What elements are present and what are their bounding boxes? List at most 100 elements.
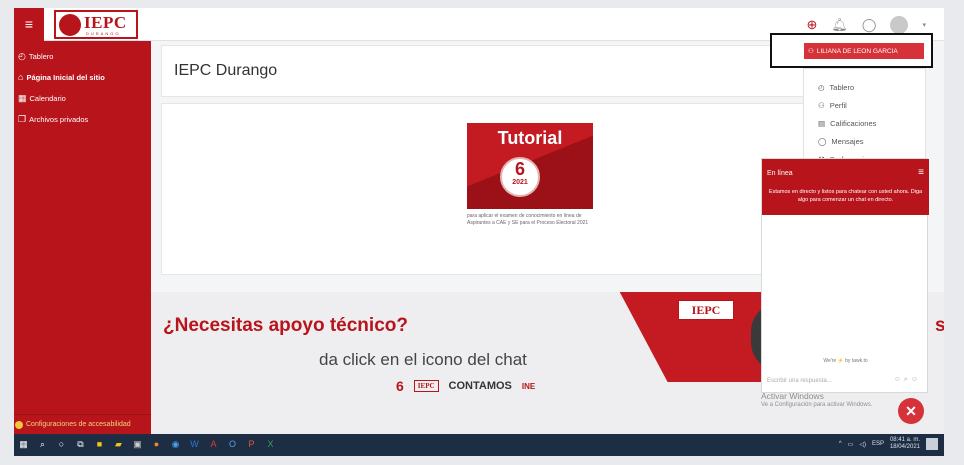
tutorial-title: Tutorial — [497, 128, 563, 148]
chrome-icon[interactable]: ◉ — [170, 439, 181, 450]
chat-header: En línea ≡ Estamos en directo y listos p… — [762, 159, 929, 215]
chat-status: En línea — [767, 170, 793, 177]
user-icon: ⚇ — [818, 101, 825, 110]
accessibility-icon — [15, 420, 23, 429]
menu-item-tablero[interactable]: ◴ Tablero — [818, 83, 854, 92]
search-icon[interactable]: ⌕ — [37, 439, 48, 450]
volume-icon[interactable]: ◁) — [859, 441, 866, 448]
tree-logo-icon — [59, 14, 81, 36]
user-name: LILIANA DE LEON GARCIA — [816, 47, 898, 55]
accessibility-label: Configuraciones de accesabilidad — [26, 421, 131, 428]
chevron-down-icon[interactable]: ▾ — [922, 21, 926, 29]
menu-item-label: Tablero — [829, 83, 855, 92]
network-icon[interactable]: ▭ — [848, 441, 854, 448]
folder-icon: ❐ — [18, 114, 27, 124]
message-icon: ◯ — [818, 137, 827, 146]
sponsor-contamos: CONTAMOS — [448, 380, 512, 392]
menu-item-label: Mensajes — [831, 137, 864, 146]
chat-bubble-icon[interactable]: ◯ — [862, 17, 877, 33]
activate-windows-title: Activar Windows — [761, 391, 824, 401]
tutorial-image[interactable]: Tutorial 6 2021 — [467, 123, 593, 209]
help-question: ¿Necesitas apoyo técnico? — [163, 315, 408, 336]
explorer-icon[interactable]: ■ — [94, 439, 105, 450]
sidebar-item-label: Tablero — [28, 52, 54, 61]
globe-icon[interactable]: ⊕ — [807, 17, 818, 33]
clock-time: 08:41 a. m. — [889, 437, 920, 443]
sidebar: ◴ Tablero ⌂ Página Inicial del sitio ▦ C… — [14, 41, 151, 434]
grades-icon: ▤ — [818, 119, 826, 128]
sidebar-item-tablero[interactable]: ◴ Tablero — [18, 51, 53, 62]
user-name-button[interactable]: ⚇ LILIANA DE LEON GARCIA — [804, 43, 924, 59]
help-subtitle: da click en el icono del chat — [319, 350, 527, 369]
iepc-logo[interactable]: IEPC DURANGO — [54, 10, 138, 39]
chat-close-button[interactable]: ✕ — [898, 398, 924, 424]
emoji-icon[interactable]: ☺ — [894, 376, 904, 383]
avatar[interactable] — [890, 16, 909, 34]
activate-windows-hint: Ve a Configuración para activar Windows. — [761, 402, 873, 408]
language-indicator[interactable]: ESP — [872, 441, 884, 447]
task-view-icon[interactable]: ⧉ — [75, 439, 86, 450]
windows-taskbar: ▦ ⌕ ○ ⧉ ■ ▰ ▣ ● ◉ W A O P X ^ ▭ ◁) ESP 0… — [14, 434, 944, 456]
election-date-badge: 6 2021 — [500, 157, 540, 197]
powerpoint-icon[interactable]: P — [246, 439, 257, 450]
clock-date: 18/04/2021 — [889, 444, 920, 450]
acrobat-icon[interactable]: A — [208, 439, 219, 450]
windows-activation-watermark: Activar Windows Ve a Configuración para … — [761, 391, 872, 408]
chat-powered-by: We're ⚡ by tawk.to — [823, 358, 868, 364]
attach-icon[interactable]: ⌕ — [904, 376, 911, 383]
home-icon: ⌂ — [18, 72, 24, 82]
accessibility-settings[interactable]: Configuraciones de accesabilidad — [14, 414, 151, 434]
user-dropdown-menu: ◴ Tablero ⚇ Perfil ▤ Calificaciones ◯ Me… — [803, 68, 926, 168]
excel-icon[interactable]: X — [265, 439, 276, 450]
store-icon[interactable]: ▣ — [132, 439, 143, 450]
sidebar-item-label: Archivos privados — [29, 115, 89, 124]
sidebar-item-label: Página Inicial del sitio — [26, 72, 105, 82]
sponsor-iepc: IEPC — [413, 380, 439, 392]
top-icons: ⊕ 🔔︎ ◯ ▾ — [807, 16, 926, 34]
badge-day: 6 — [514, 159, 525, 179]
chat-welcome-message: Estamos en directo y listos para chatear… — [768, 189, 923, 203]
badge-year: 2021 — [512, 179, 528, 186]
chat-reply-input[interactable]: Escribir una respuesta... — [767, 378, 832, 384]
dashboard-icon: ◴ — [18, 51, 26, 61]
smile-icon[interactable]: ☺ — [911, 376, 921, 383]
taskbar-icons: ▦ ⌕ ○ ⧉ ■ ▰ ▣ ● ◉ W A O P X — [18, 439, 276, 450]
word-icon[interactable]: W — [189, 439, 200, 450]
sponsor-six-june: 6 — [396, 378, 404, 394]
bolt-icon: ⚡ — [837, 358, 844, 364]
hamburger-icon[interactable]: ≡ — [14, 8, 44, 41]
sidebar-item-calendario[interactable]: ▦ Calendario — [18, 93, 66, 104]
chat-menu-icon[interactable]: ≡ — [918, 167, 924, 178]
firefox-icon[interactable]: ● — [151, 439, 162, 450]
taskbar-clock[interactable]: 08:41 a. m. 18/04/2021 — [890, 437, 920, 451]
bell-icon[interactable]: 🔔︎ — [831, 17, 848, 33]
dashboard-icon: ◴ — [818, 83, 825, 92]
tray-chevron-icon[interactable]: ^ — [839, 441, 842, 447]
user-icon: ⚇ — [808, 48, 814, 55]
sidebar-item-home[interactable]: ⌂ Página Inicial del sitio — [18, 72, 105, 82]
menu-item-perfil[interactable]: ⚇ Perfil — [818, 101, 847, 110]
menu-item-label: Calificaciones — [830, 119, 877, 128]
sponsor-logos: 6 IEPC CONTAMOS INE — [396, 378, 535, 394]
logo-sub: DURANGO — [86, 31, 121, 36]
menu-item-label: Perfil — [829, 101, 847, 110]
chat-widget: En línea ≡ Estamos en directo y listos p… — [761, 158, 929, 393]
system-tray: ^ ▭ ◁) ESP 08:41 a. m. 18/04/2021 — [839, 437, 938, 451]
sponsor-ine: INE — [521, 381, 536, 391]
folder-icon[interactable]: ▰ — [113, 439, 124, 450]
outlook-icon[interactable]: O — [227, 439, 238, 450]
notification-icon[interactable] — [926, 438, 938, 450]
chat-tools: ☺⌕☺ — [894, 376, 921, 384]
sidebar-item-label: Calendario — [29, 94, 66, 103]
tutorial-description: para aplicar el examen de conocimiento e… — [467, 213, 589, 226]
cortana-icon[interactable]: ○ — [56, 439, 67, 450]
windows-start-icon[interactable]: ▦ — [18, 439, 29, 450]
page-title: IEPC Durango — [174, 62, 278, 79]
calendar-icon: ▦ — [18, 93, 27, 103]
browser-viewport: ≡ IEPC DURANGO ⊕ 🔔︎ ◯ ▾ ◴ Tablero ⌂ Pági… — [14, 8, 944, 456]
sidebar-item-archivos[interactable]: ❐ Archivos privados — [18, 114, 88, 125]
menu-item-mensajes[interactable]: ◯ Mensajes — [818, 137, 864, 146]
banner-iepc-logo: IEPC — [678, 300, 734, 320]
menu-item-calificaciones[interactable]: ▤ Calificaciones — [818, 119, 876, 128]
user-highlight-box: ⚇ LILIANA DE LEON GARCIA — [770, 33, 933, 68]
